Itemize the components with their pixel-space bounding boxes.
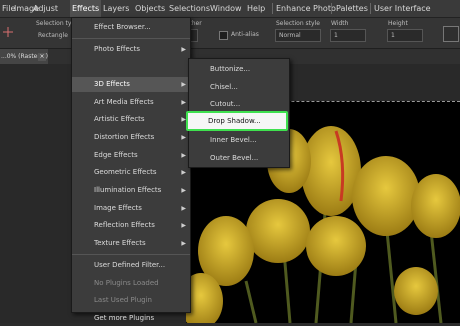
selection-mode-icon[interactable] [443,26,459,42]
menu-item-label: Texture Effects [94,239,146,247]
submenu-item-outer-bevel[interactable]: Outer Bevel... [189,151,289,166]
width-field[interactable]: 1 [330,29,366,42]
menu-item-label: Artistic Effects [94,115,145,123]
menu-item-label: Image Effects [94,204,142,212]
menu-separator [72,254,190,255]
menu-item-label: Art Media Effects [94,98,154,106]
close-icon[interactable]: × [38,53,46,61]
menu-item-reflection-effects[interactable]: Reflection Effects ▶ [72,218,190,233]
menu-item-label: User Defined Filter... [94,261,166,269]
menu-item-get-more-plugins[interactable]: Get more Plugins [72,311,190,326]
menu-item-artistic-effects[interactable]: Artistic Effects ▶ [72,112,190,127]
menu-item-label: Photo Effects [94,45,140,53]
menu-item-effect-browser[interactable]: Effect Browser... [72,20,190,35]
menu-item-art-media-effects[interactable]: Art Media Effects ▶ [72,95,190,110]
menu-user-interface[interactable]: User Interface [374,0,431,17]
menu-item-label: Reflection Effects [94,221,155,229]
menu-item-label: Geometric Effects [94,168,157,176]
submenu-item-inner-bevel[interactable]: Inner Bevel... [189,133,289,148]
submenu-item-label: Chisel... [210,83,238,91]
submenu-item-label: Buttonize... [210,65,251,73]
menu-item-label: Effect Browser... [94,23,151,31]
menu-item-user-defined-filter[interactable]: User Defined Filter... [72,258,190,273]
submenu-item-drop-shadow[interactable]: Drop Shadow... [186,111,288,131]
submenu-item-label: Outer Bevel... [210,154,259,162]
menu-item-label: Edge Effects [94,151,138,159]
menu-item-3d-effects[interactable]: 3D Effects ▶ [72,77,190,92]
submenu-arrow-icon: ▶ [181,187,186,194]
height-label: Height [388,20,408,27]
submenu-item-label: Inner Bevel... [210,136,257,144]
width-label: Width [331,20,349,27]
menu-selections[interactable]: Selections [169,0,210,17]
height-field[interactable]: 1 [387,29,423,42]
menu-palettes[interactable]: Palettes [336,0,368,17]
submenu-arrow-icon: ▶ [181,134,186,141]
menu-separator [272,3,273,14]
menu-item-label: 3D Effects [94,80,130,88]
submenu-arrow-icon: ▶ [181,205,186,212]
menu-item-photo-effects[interactable]: Photo Effects ▶ [72,42,190,57]
submenu-arrow-icon: ▶ [181,99,186,106]
selection-type-select[interactable]: Rectangle [38,32,68,39]
menu-item-label: No Plugins Loaded [94,279,159,287]
menu-separator [331,3,332,14]
selection-style-value: Normal [279,32,301,39]
menu-item-texture-effects[interactable]: Texture Effects ▶ [72,236,190,251]
selection-style-label: Selection style [276,20,320,27]
submenu-arrow-icon: ▶ [181,240,186,247]
tool-options-bar: Selection type Rectangle ...ather Anti-a… [0,18,460,49]
menu-adjust[interactable]: Adjust [33,0,58,17]
menu-window[interactable]: Window [210,0,242,17]
crosshair-icon [3,27,13,37]
antialias-checkbox[interactable] [219,31,228,40]
menu-layers[interactable]: Layers [103,0,129,17]
antialias-label: Anti-alias [231,31,259,38]
submenu-item-buttonize[interactable]: Buttonize... [189,62,289,77]
menu-help[interactable]: Help [247,0,265,17]
menu-item-illumination-effects[interactable]: Illumination Effects ▶ [72,183,190,198]
menu-item-label: Illumination Effects [94,186,162,194]
menu-effects[interactable]: Effects [70,0,102,17]
menu-separator [72,38,190,39]
menu-objects[interactable]: Objects [135,0,165,17]
width-value: 1 [334,32,338,39]
menu-item-edge-effects[interactable]: Edge Effects ▶ [72,148,190,163]
submenu-item-label: Cutout... [210,100,241,108]
menu-item-image-effects[interactable]: Image Effects ▶ [72,201,190,216]
submenu-arrow-icon: ▶ [181,152,186,159]
menu-item-distortion-effects[interactable]: Distortion Effects ▶ [72,130,190,145]
menu-item-no-plugins-loaded: No Plugins Loaded [72,276,190,291]
menu-item-label: Get more Plugins [94,314,155,322]
menu-item-geometric-effects[interactable]: Geometric Effects ▶ [72,165,190,180]
submenu-item-label: Drop Shadow... [208,117,261,125]
selection-style-select[interactable]: Normal [275,29,321,42]
submenu-item-chisel[interactable]: Chisel... [189,80,289,95]
submenu-arrow-icon: ▶ [181,81,186,88]
submenu-item-cutout[interactable]: Cutout... [189,97,289,112]
menu-enhance-photo[interactable]: Enhance Photo [276,0,336,17]
menu-item-label: Last Used Plugin [94,296,152,304]
menu-item-last-used-plugin: Last Used Plugin [72,293,190,308]
menu-separator [370,3,371,14]
submenu-arrow-icon: ▶ [181,169,186,176]
menu-item-label: Distortion Effects [94,133,155,141]
effects-menu: Effect Browser... Photo Effects ▶ 3D Effe… [71,17,191,322]
submenu-arrow-icon: ▶ [181,46,186,53]
submenu-arrow-icon: ▶ [181,222,186,229]
height-value: 1 [391,32,395,39]
menu-bar: File Image Adjust Effects Layers Objects… [0,0,460,18]
